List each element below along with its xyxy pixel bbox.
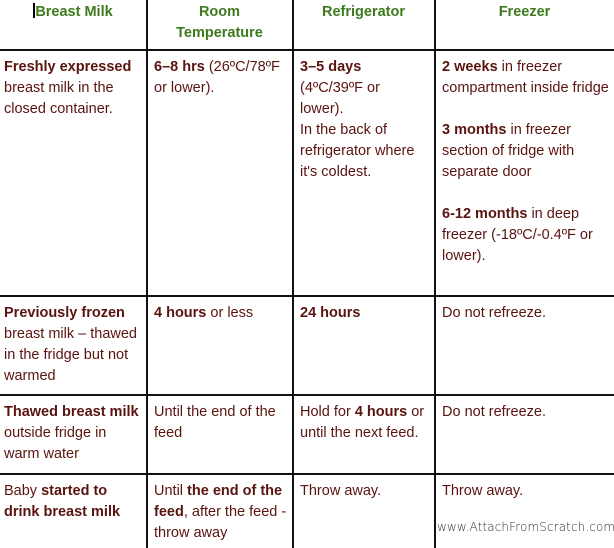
cell-bold-text: Previously frozen: [4, 305, 125, 321]
column-divider: [292, 0, 294, 548]
cell-text: In the back of refrigerator where it's c…: [300, 122, 415, 180]
cell-text: Hold for: [300, 404, 355, 420]
table-row-4-freezer: Throw away.: [442, 481, 610, 502]
watermark: www.AttachFromScratch.com: [437, 520, 614, 534]
table-row-2-milk: Previously frozen breast milk – thawed i…: [4, 303, 144, 387]
table-row-4-room: Until the end of the feed, after the fee…: [154, 481, 290, 544]
header-label: Room: [198, 4, 241, 20]
header-refrigerator: Refrigerator: [293, 2, 434, 23]
table-row-1-fridge: 3–5 days (4ºC/39ºF or lower). In the bac…: [300, 57, 426, 183]
freezer-option: 3 months in freezer section of fridge wi…: [442, 120, 610, 183]
cell-text: outside fridge in warm water: [4, 425, 107, 462]
cell-bold-text: 4 hours: [154, 305, 207, 321]
column-divider: [434, 0, 436, 548]
header-breast-milk: Breast Milk: [0, 2, 146, 23]
cell-text: Throw away.: [300, 483, 382, 499]
header-label: Breast Milk: [35, 4, 113, 20]
table-row-3-room: Until the end of the feed: [154, 402, 290, 444]
table-row-4-fridge: Throw away.: [300, 481, 426, 502]
freezer-option: 6-12 months in deep freezer (-18ºC/-0.4º…: [442, 204, 610, 267]
cell-text: or less: [206, 305, 254, 321]
cell-bold-text: 3–5 days: [300, 59, 362, 75]
header-label: Freezer: [498, 4, 551, 20]
cell-bold-text: 24 hours: [300, 305, 361, 321]
table-row-3-milk: Thawed breast milk outside fridge in war…: [4, 402, 144, 465]
table-row-1-room: 6–8 hrs (26ºC/78ºF or lower).: [154, 57, 290, 99]
breast-milk-storage-table: Breast Milk Room Temperature Refrigerato…: [0, 0, 614, 548]
cell-text: Do not refreeze.: [442, 305, 546, 321]
table-row-2-freezer: Do not refreeze.: [442, 303, 610, 324]
header-room-temperature: Room Temperature: [147, 2, 292, 44]
row-divider: [0, 295, 614, 297]
table-row-4-milk: Baby started to drink breast milk: [4, 481, 144, 523]
cell-text: Do not refreeze.: [442, 404, 546, 420]
cell-bold-text: Freshly expressed: [4, 59, 132, 75]
column-divider: [146, 0, 148, 548]
row-divider: [0, 394, 614, 396]
cell-bold-text: 6–8 hrs: [154, 59, 205, 75]
cell-text: Baby: [4, 483, 42, 499]
header-freezer: Freezer: [435, 2, 614, 23]
cell-bold-text: 2 weeks: [442, 59, 498, 75]
table-row-2-fridge: 24 hours: [300, 303, 426, 324]
cell-text: Throw away.: [442, 483, 524, 499]
cell-text: breast milk – thawed in the fridge but n…: [4, 326, 137, 384]
table-row-3-freezer: Do not refreeze.: [442, 402, 610, 423]
cell-bold-text: 6-12 months: [442, 206, 528, 222]
cell-bold-text: Thawed breast milk: [4, 404, 139, 420]
freezer-option: 2 weeks in freezer compartment inside fr…: [442, 57, 610, 99]
table-row-2-room: 4 hours or less: [154, 303, 290, 324]
cell-text: Until: [154, 483, 188, 499]
header-label: Temperature: [176, 25, 263, 41]
table-row-3-fridge: Hold for 4 hours or until the next feed.: [300, 402, 426, 444]
cell-text: breast milk in the closed container.: [4, 80, 114, 117]
cell-bold-text: 4 hours: [354, 404, 408, 420]
cell-text: (4ºC/39ºF or lower).: [300, 80, 380, 117]
header-divider: [0, 49, 614, 51]
cell-text: Until the end of the feed: [154, 404, 276, 441]
table-row-1-milk: Freshly expressed breast milk in the clo…: [4, 57, 144, 120]
cell-bold-text: 3 months: [442, 122, 507, 138]
table-row-1-freezer: 2 weeks in freezer compartment inside fr…: [442, 57, 610, 267]
header-label: Refrigerator: [322, 4, 405, 20]
row-divider: [0, 473, 614, 475]
